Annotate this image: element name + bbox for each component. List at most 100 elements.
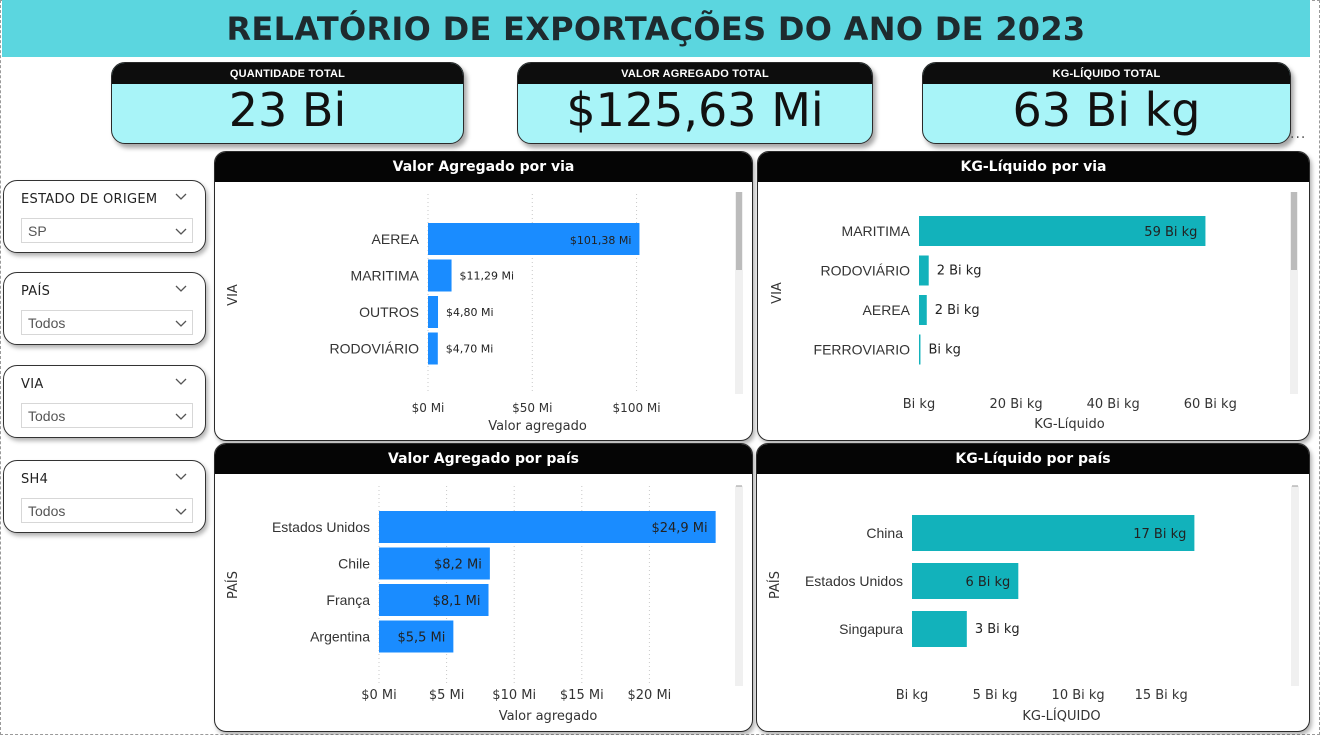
slicer-label: PAÍS bbox=[21, 284, 51, 299]
bar bbox=[919, 255, 929, 286]
chart-valor-agregado-pais-plot: $0 Mi $5 Mi $10 Mi $15 Mi $20 Mi Valor agrega… bbox=[225, 485, 743, 724]
x-tick-label: 5 Bi kg bbox=[973, 688, 1018, 703]
chart-valor-agregado-via[interactable]: Valor Agregado por via $0 Mi $50 Mi $100 M… bbox=[214, 151, 753, 441]
data-label: 6 Bi kg bbox=[965, 575, 1010, 590]
x-tick-label: 40 Bi kg bbox=[1087, 397, 1140, 412]
x-tick-label: $50 Mi bbox=[512, 401, 552, 415]
x-tick-label: $15 Mi bbox=[560, 688, 604, 703]
chevron-down-icon[interactable] bbox=[174, 374, 188, 388]
data-label: $11,29 Mi bbox=[460, 270, 515, 283]
scrollbar-thumb bbox=[1291, 192, 1297, 270]
category-label: MARITIMA bbox=[351, 268, 420, 284]
x-tick-label: $10 Mi bbox=[492, 688, 536, 703]
chevron-down-icon[interactable] bbox=[174, 189, 188, 203]
x-tick-label: Bi kg bbox=[896, 688, 928, 703]
slicer-label: ESTADO DE ORIGEM bbox=[21, 192, 158, 207]
chart-valor-agregado-pais[interactable]: Valor Agregado por país $0 Mi $5 Mi $10 Mi… bbox=[214, 443, 753, 732]
chevron-down-icon[interactable] bbox=[174, 469, 188, 483]
data-label: $4,80 Mi bbox=[446, 306, 494, 319]
slicer-dropdown[interactable]: Todos bbox=[21, 403, 193, 428]
slicer-value: Todos bbox=[28, 503, 66, 519]
slicer-sh4[interactable]: SH4 Todos bbox=[3, 460, 206, 533]
data-label: 3 Bi kg bbox=[975, 622, 1020, 637]
category-label: AEREA bbox=[863, 302, 911, 318]
chart-title: Valor Agregado por país bbox=[215, 444, 752, 474]
slicer-dropdown[interactable]: Todos bbox=[21, 498, 193, 523]
data-label: 17 Bi kg bbox=[1133, 527, 1186, 542]
bar bbox=[912, 611, 967, 647]
data-label: $8,1 Mi bbox=[433, 594, 481, 609]
kpi-label: KG-LÍQUIDO TOTAL bbox=[923, 63, 1290, 84]
kpi-value: 63 Bi kg bbox=[1012, 83, 1201, 137]
category-label: AEREA bbox=[372, 231, 420, 247]
slicer-dropdown[interactable]: Todos bbox=[21, 310, 193, 335]
kpi-value: $125,63 Mi bbox=[566, 83, 824, 137]
x-tick-label: 60 Bi kg bbox=[1184, 397, 1237, 412]
category-label: RODOVIÁRIO bbox=[330, 341, 420, 357]
chevron-down-icon[interactable] bbox=[174, 224, 188, 238]
report-title-bar: RELATÓRIO DE EXPORTAÇÕES DO ANO DE 2023 bbox=[2, 0, 1310, 57]
chart-title: KG-Líquido por país bbox=[757, 444, 1309, 474]
bar bbox=[428, 296, 439, 328]
y-axis-title: VIA bbox=[770, 282, 785, 304]
slicer-label: SH4 bbox=[21, 472, 49, 487]
kpi-card-valor-agregado[interactable]: VALOR AGREGADO TOTAL $125,63 Mi bbox=[517, 62, 873, 144]
category-label: Estados Unidos bbox=[805, 573, 903, 589]
slicer-dropdown[interactable]: SP bbox=[21, 218, 193, 243]
x-axis-title: KG-LÍQUIDO bbox=[1022, 708, 1100, 724]
chart-valor-agregado-via-plot: $0 Mi $50 Mi $100 Mi Valor agregado VIA AEREA… bbox=[226, 192, 743, 434]
y-axis-title: PAÍS bbox=[225, 571, 241, 599]
data-label: 2 Bi kg bbox=[937, 264, 982, 279]
category-label: MARITIMA bbox=[842, 223, 911, 239]
x-tick-label: 20 Bi kg bbox=[990, 397, 1043, 412]
slicer-pais[interactable]: PAÍS Todos bbox=[3, 272, 206, 345]
category-label: FERROVIARIO bbox=[814, 342, 911, 358]
scrollbar-thumb bbox=[736, 192, 742, 270]
category-label: OUTROS bbox=[359, 304, 419, 320]
chart-kg-liquido-via-plot: Bi kg 20 Bi kg 40 Bi kg 60 Bi kg KG-Líquido V… bbox=[770, 192, 1298, 432]
category-label: China bbox=[866, 525, 903, 541]
category-label: Chile bbox=[338, 556, 370, 572]
category-label: RODOVIÁRIO bbox=[821, 263, 911, 279]
kpi-value: 23 Bi bbox=[228, 83, 347, 137]
chart-kg-liquido-pais[interactable]: KG-Líquido por país Bi kg 5 Bi kg 10 Bi kg… bbox=[756, 443, 1310, 732]
slicer-value: Todos bbox=[28, 408, 66, 424]
bar bbox=[919, 334, 921, 365]
kpi-card-quantidade[interactable]: QUANTIDADE TOTAL 23 Bi bbox=[111, 62, 464, 144]
x-axis-title: Valor agregado bbox=[499, 709, 598, 724]
kpi-label: QUANTIDADE TOTAL bbox=[112, 63, 463, 84]
chart-title: Valor Agregado por via bbox=[215, 152, 752, 182]
kpi-card-kg-liquido[interactable]: KG-LÍQUIDO TOTAL 63 Bi kg bbox=[922, 62, 1291, 144]
chevron-down-icon[interactable] bbox=[174, 316, 188, 330]
x-tick-label: Bi kg bbox=[903, 397, 935, 412]
data-label: $8,2 Mi bbox=[434, 558, 482, 573]
slicer-estado-origem[interactable]: ESTADO DE ORIGEM SP bbox=[3, 180, 206, 253]
kpi-label: VALOR AGREGADO TOTAL bbox=[518, 63, 872, 84]
data-label: $5,5 Mi bbox=[397, 631, 445, 646]
data-label: $101,38 Mi bbox=[570, 234, 632, 247]
slicer-label: VIA bbox=[21, 377, 44, 392]
y-axis-title: PAÍS bbox=[767, 571, 783, 599]
bar bbox=[428, 332, 438, 365]
data-label: Bi kg bbox=[928, 343, 960, 358]
category-label: Singapura bbox=[839, 621, 903, 637]
data-label: $4,70 Mi bbox=[446, 343, 494, 356]
slicer-value: Todos bbox=[28, 315, 66, 331]
chevron-down-icon[interactable] bbox=[174, 409, 188, 423]
chart-kg-liquido-pais-plot: Bi kg 5 Bi kg 10 Bi kg 15 Bi kg KG-LÍQUIDO PA… bbox=[767, 485, 1299, 724]
x-axis-title: Valor agregado bbox=[488, 419, 587, 434]
data-label: $24,9 Mi bbox=[651, 521, 707, 536]
chart-title: KG-Líquido por via bbox=[758, 152, 1309, 182]
x-tick-label: $20 Mi bbox=[628, 688, 672, 703]
bar bbox=[919, 295, 927, 325]
slicer-via[interactable]: VIA Todos bbox=[3, 365, 206, 438]
y-axis-title: VIA bbox=[226, 284, 241, 306]
x-tick-label: $5 Mi bbox=[429, 688, 465, 703]
x-tick-label: 10 Bi kg bbox=[1052, 688, 1105, 703]
chevron-down-icon[interactable] bbox=[174, 504, 188, 518]
chevron-down-icon[interactable] bbox=[174, 281, 188, 295]
x-tick-label: $100 Mi bbox=[613, 401, 661, 415]
more-options-icon[interactable]: ... bbox=[1290, 126, 1306, 142]
chart-kg-liquido-via[interactable]: KG-Líquido por via Bi kg 20 Bi kg 40 Bi kg… bbox=[757, 151, 1310, 441]
x-tick-label: 15 Bi kg bbox=[1135, 688, 1188, 703]
